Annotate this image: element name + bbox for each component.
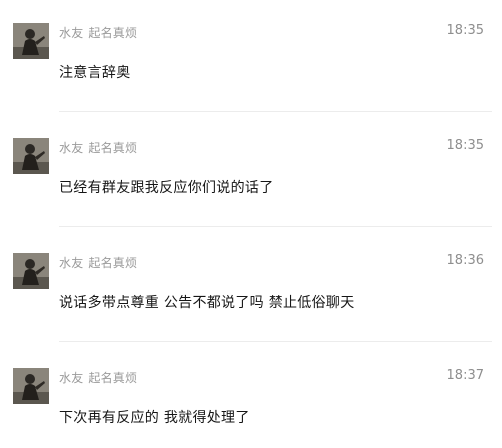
sender-nickname: 起名真烦 [88, 256, 138, 270]
avatar[interactable] [13, 138, 49, 174]
message-text: 说话多带点尊重 公告不都说了吗 禁止低俗聊天 [59, 295, 355, 311]
message-text: 下次再有反应的 我就得处理了 [59, 410, 250, 426]
sender-name: 水友 起名真烦 [59, 254, 137, 271]
avatar[interactable] [13, 368, 49, 404]
chat-message: 水友 起名真烦 18:37 下次再有反应的 我就得处理了 [0, 345, 502, 448]
message-divider [59, 341, 492, 342]
avatar[interactable] [13, 23, 49, 59]
chat-message: 水友 起名真烦 18:35 注意言辞奥 [0, 0, 502, 112]
message-timestamp: 18:35 [446, 138, 484, 153]
sender-name: 水友 起名真烦 [59, 139, 137, 156]
sender-name: 水友 起名真烦 [59, 369, 137, 386]
avatar[interactable] [13, 253, 49, 289]
message-timestamp: 18:36 [446, 253, 484, 268]
sender-name: 水友 起名真烦 [59, 24, 137, 41]
message-timestamp: 18:35 [446, 23, 484, 38]
sender-tag: 水友 [59, 141, 84, 155]
chat-message: 水友 起名真烦 18:35 已经有群友跟我反应你们说的话了 [0, 115, 502, 227]
chat-message: 水友 起名真烦 18:36 说话多带点尊重 公告不都说了吗 禁止低俗聊天 [0, 230, 502, 342]
sender-nickname: 起名真烦 [88, 141, 138, 155]
chat-message-list: 水友 起名真烦 18:35 注意言辞奥 水友 起名真烦 18:35 已经有群友跟我反… [0, 0, 502, 448]
sender-nickname: 起名真烦 [88, 371, 138, 385]
sender-tag: 水友 [59, 371, 84, 385]
sender-tag: 水友 [59, 256, 84, 270]
sender-nickname: 起名真烦 [88, 26, 138, 40]
message-timestamp: 18:37 [446, 368, 484, 383]
message-divider [59, 111, 492, 112]
sender-tag: 水友 [59, 26, 84, 40]
message-divider [59, 226, 492, 227]
message-text: 已经有群友跟我反应你们说的话了 [59, 180, 274, 196]
message-text: 注意言辞奥 [59, 65, 131, 81]
